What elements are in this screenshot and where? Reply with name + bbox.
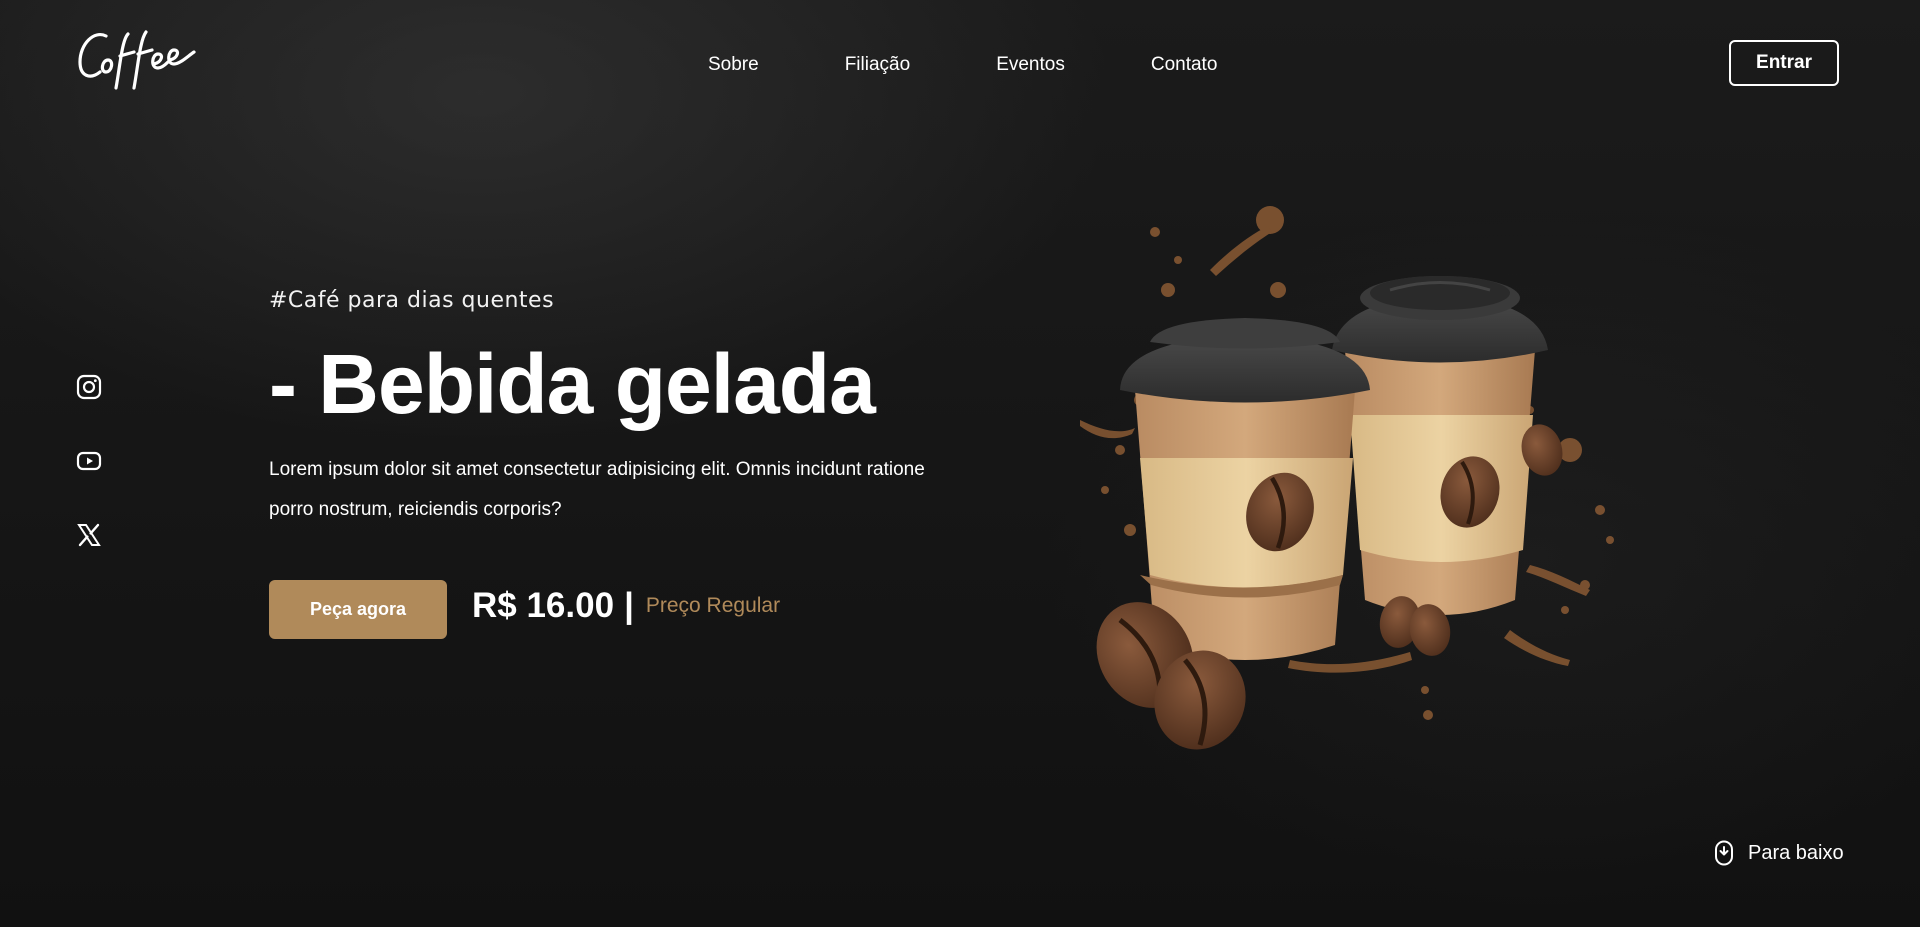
scroll-down-link[interactable]: Para baixo	[1712, 840, 1844, 866]
scroll-down-label: Para baixo	[1748, 841, 1844, 864]
order-now-button[interactable]: Peça agora	[269, 580, 447, 639]
hero-headline: - Bebida gelada	[269, 337, 876, 431]
price-note: Preço Regular	[645, 594, 781, 617]
main-nav: Sobre Filiação Eventos Contato	[708, 52, 1217, 78]
login-button[interactable]: Entrar	[1729, 40, 1839, 86]
nav-link-contato[interactable]: Contato	[1151, 52, 1218, 78]
price-amount: R$ 16.00	[472, 586, 615, 625]
hero-description: Lorem ipsum dolor sit amet consectetur a…	[269, 459, 925, 520]
price-block: R$ 16.00 | Preço Regular	[472, 586, 780, 626]
x-twitter-icon[interactable]	[76, 522, 102, 548]
landing-page: Sobre Filiação Eventos Contato Entrar #C…	[0, 0, 1920, 927]
social-links	[76, 374, 102, 548]
nav-link-filiacao[interactable]: Filiação	[845, 52, 910, 78]
nav-link-eventos[interactable]: Eventos	[996, 52, 1065, 78]
coffee-logo[interactable]	[76, 26, 200, 98]
nav-link-sobre[interactable]: Sobre	[708, 52, 759, 78]
hero-tagline: #Café para dias quentes	[269, 288, 555, 313]
instagram-icon[interactable]	[76, 374, 102, 400]
cup-back	[1332, 276, 1548, 615]
price-separator: |	[624, 586, 634, 625]
coffee-cups-illustration	[1080, 206, 1614, 750]
mouse-scroll-icon	[1715, 840, 1733, 866]
youtube-icon[interactable]	[76, 448, 102, 474]
